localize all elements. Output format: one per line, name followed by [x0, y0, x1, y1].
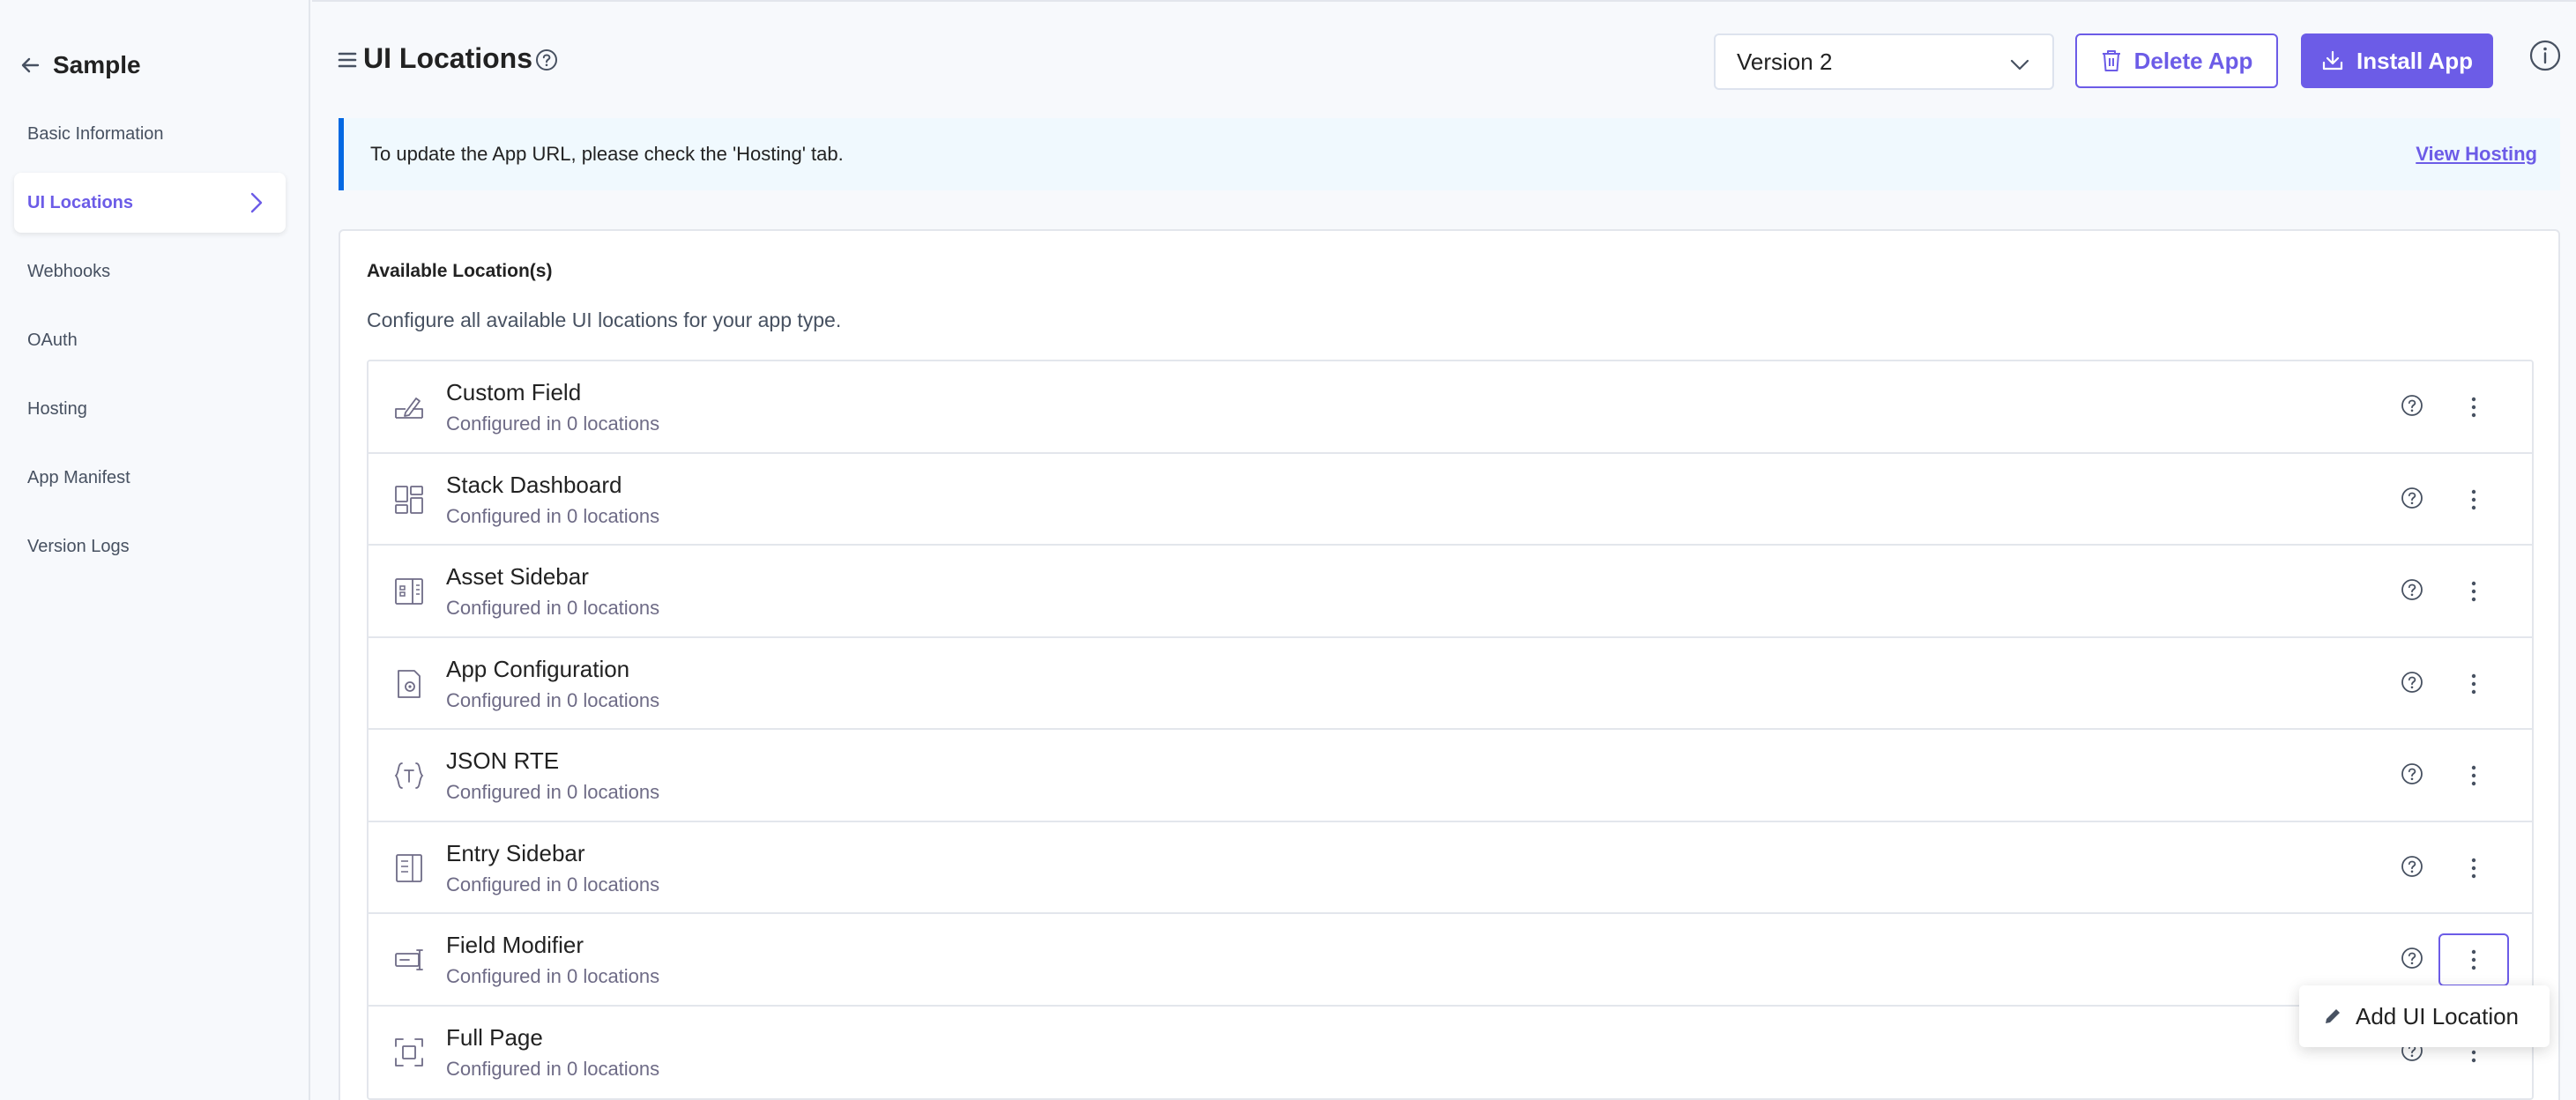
- dashboard-icon: [395, 485, 423, 514]
- location-list: Custom Field Configured in 0 locations S…: [367, 360, 2534, 1100]
- more-options-button[interactable]: [2438, 565, 2509, 618]
- kebab-menu-icon: [2471, 489, 2476, 509]
- sidebar-item-ui-locations[interactable]: UI Locations: [14, 173, 286, 233]
- info-circle-icon[interactable]: [2528, 39, 2562, 72]
- help-circle-icon[interactable]: [2400, 670, 2424, 695]
- kebab-menu-icon: [2471, 397, 2476, 418]
- list-item: Entry Sidebar Configured in 0 locations: [369, 821, 2532, 914]
- hamburger-menu-icon[interactable]: [337, 49, 358, 71]
- help-circle-icon[interactable]: [2400, 486, 2424, 510]
- more-options-button[interactable]: [2438, 473, 2509, 526]
- location-status: Configured in 0 locations: [446, 873, 660, 896]
- kebab-menu-icon: [2471, 858, 2476, 878]
- kebab-menu-icon: [2471, 581, 2476, 602]
- kebab-menu-icon: [2471, 765, 2476, 786]
- list-item: Custom Field Configured in 0 locations: [369, 361, 2532, 454]
- location-name: JSON RTE: [446, 747, 560, 774]
- location-name: Full Page: [446, 1023, 543, 1051]
- location-name: Stack Dashboard: [446, 471, 622, 498]
- sidebar-item-oauth[interactable]: OAuth: [14, 310, 286, 370]
- list-item: App Configuration Configured in 0 locati…: [369, 637, 2532, 730]
- hosting-notice: To update the App URL, please check the …: [339, 118, 2560, 190]
- kebab-menu-icon: [2471, 949, 2476, 970]
- sidebar-item-label: OAuth: [27, 330, 78, 350]
- page-title: UI Locations: [363, 42, 533, 74]
- delete-app-label: Delete App: [2133, 47, 2253, 74]
- location-name: Asset Sidebar: [446, 563, 589, 590]
- sidebar-item-label: UI Locations: [27, 192, 134, 212]
- help-circle-icon[interactable]: [2400, 854, 2424, 879]
- sidebar-nav: Basic Information UI Locations Webhooks …: [14, 104, 286, 585]
- location-status: Configured in 0 locations: [446, 504, 660, 527]
- custom-field-icon: [395, 398, 423, 419]
- sidebar: Sample Basic Information UI Locations We…: [0, 0, 310, 1100]
- help-circle-icon[interactable]: [534, 48, 559, 72]
- help-circle-icon[interactable]: [2400, 946, 2424, 970]
- entry-sidebar-icon: [396, 853, 422, 882]
- view-hosting-link[interactable]: View Hosting: [2416, 143, 2537, 166]
- pencil-icon: [2326, 1009, 2340, 1023]
- card-description: Configure all available UI locations for…: [367, 308, 842, 331]
- location-name: Field Modifier: [446, 932, 584, 958]
- card-title: Available Location(s): [367, 261, 553, 281]
- chevron-down-icon: [2010, 59, 2029, 71]
- list-item: Stack Dashboard Configured in 0 location…: [369, 453, 2532, 546]
- list-item: Field Modifier Configured in 0 locations: [369, 914, 2532, 1007]
- list-item: Asset Sidebar Configured in 0 locations: [369, 546, 2532, 638]
- sidebar-item-basic-information[interactable]: Basic Information: [14, 104, 286, 164]
- location-status: Configured in 0 locations: [446, 688, 660, 711]
- more-options-button[interactable]: [2438, 933, 2509, 986]
- top-bar: UI Locations Version 2 Delete App Instal…: [312, 0, 2576, 118]
- location-name: Custom Field: [446, 379, 582, 405]
- location-status: Configured in 0 locations: [446, 597, 660, 619]
- kebab-menu-icon: [2471, 673, 2476, 694]
- sidebar-item-label: Version Logs: [27, 536, 130, 556]
- install-app-button[interactable]: Install App: [2301, 33, 2493, 88]
- sidebar-item-webhooks[interactable]: Webhooks: [14, 242, 286, 301]
- more-options-button[interactable]: [2438, 842, 2509, 895]
- field-modifier-icon: [395, 949, 423, 970]
- version-select[interactable]: Version 2: [1714, 33, 2054, 90]
- add-ui-location-label: Add UI Location: [2356, 1002, 2520, 1029]
- sidebar-item-label: Hosting: [27, 398, 87, 419]
- back-arrow-icon[interactable]: [14, 49, 46, 81]
- app-config-icon: [398, 669, 421, 698]
- full-page-icon: [395, 1037, 423, 1067]
- version-select-value: Version 2: [1737, 48, 1833, 75]
- location-status: Configured in 0 locations: [446, 965, 660, 987]
- install-app-label: Install App: [2356, 47, 2473, 74]
- location-status: Configured in 0 locations: [446, 1057, 660, 1080]
- sidebar-item-label: App Manifest: [27, 467, 130, 487]
- asset-sidebar-icon: [395, 578, 423, 605]
- help-circle-icon[interactable]: [2400, 577, 2424, 602]
- notice-text: To update the App URL, please check the …: [370, 143, 844, 165]
- trash-icon: [2102, 50, 2120, 71]
- sidebar-item-version-logs[interactable]: Version Logs: [14, 517, 286, 576]
- sidebar-item-label: Basic Information: [27, 123, 164, 144]
- list-item: Full Page Configured in 0 locations: [369, 1006, 2532, 1098]
- sidebar-item-hosting[interactable]: Hosting: [14, 379, 286, 439]
- app-name: Sample: [53, 51, 141, 78]
- more-options-button[interactable]: [2438, 381, 2509, 434]
- sidebar-item-app-manifest[interactable]: App Manifest: [14, 448, 286, 508]
- available-locations-card: Available Location(s) Configure all avai…: [339, 229, 2560, 1100]
- help-circle-icon[interactable]: [2400, 762, 2424, 786]
- add-ui-location-menu-item[interactable]: Add UI Location: [2299, 985, 2550, 1047]
- sidebar-header: Sample: [14, 46, 141, 85]
- chevron-right-icon: [250, 192, 263, 213]
- help-circle-icon[interactable]: [2400, 393, 2424, 418]
- sidebar-item-label: Webhooks: [27, 261, 111, 281]
- location-name: App Configuration: [446, 655, 630, 682]
- list-item: JSON RTE Configured in 0 locations: [369, 730, 2532, 822]
- delete-app-button[interactable]: Delete App: [2075, 33, 2278, 88]
- location-status: Configured in 0 locations: [446, 781, 660, 803]
- json-rte-icon: [394, 762, 424, 789]
- location-name: Entry Sidebar: [446, 839, 585, 866]
- more-options-button[interactable]: [2438, 658, 2509, 710]
- install-icon: [2322, 50, 2343, 71]
- location-status: Configured in 0 locations: [446, 412, 660, 435]
- more-options-button[interactable]: [2438, 749, 2509, 802]
